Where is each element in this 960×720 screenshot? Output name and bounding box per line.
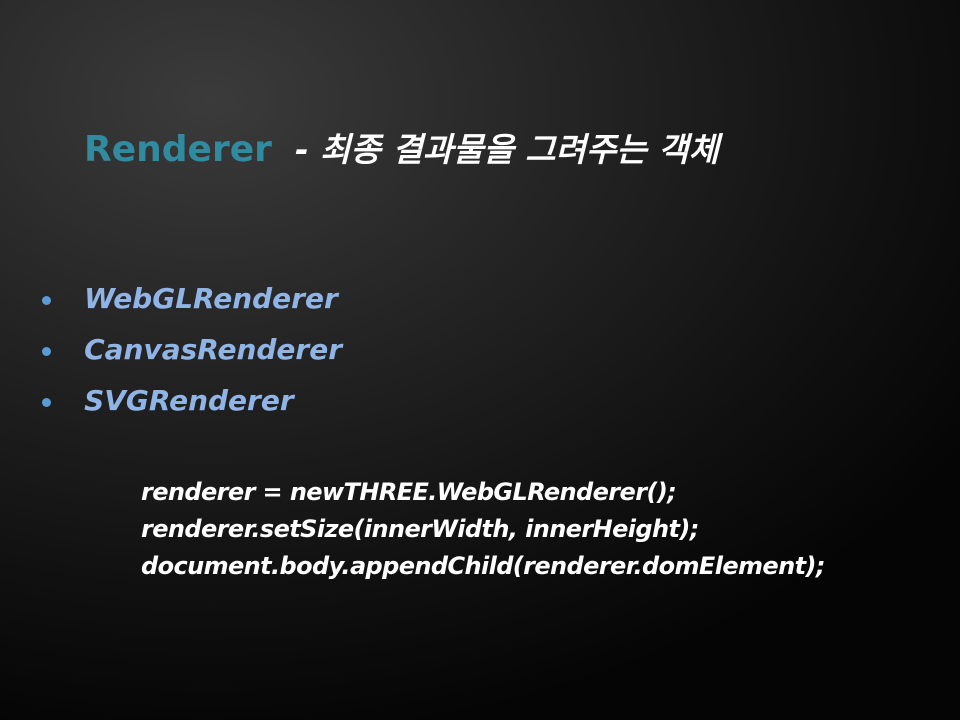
title-main: Renderer: [84, 129, 272, 170]
code-line: renderer = newTHREE.WebGLRenderer();: [141, 478, 677, 506]
bullet-label: WebGLRenderer: [84, 282, 338, 315]
slide: Renderer - 최종 결과물을 그려주는 객체 WebGLRenderer…: [0, 0, 960, 720]
bullet-dot-icon: [42, 347, 51, 356]
bullet-item: SVGRenderer: [42, 380, 342, 431]
slide-title: Renderer - 최종 결과물을 그려주는 객체: [84, 132, 719, 168]
bullet-item: WebGLRenderer: [42, 278, 342, 329]
code-line: document.body.appendChild(renderer.domEl…: [141, 552, 825, 580]
bullet-item: CanvasRenderer: [42, 329, 342, 380]
code-snippet: renderer = newTHREE.WebGLRenderer(); ren…: [141, 474, 825, 585]
bullet-label: CanvasRenderer: [84, 333, 343, 366]
bullet-dot-icon: [42, 398, 51, 407]
title-subtitle: - 최종 결과물을 그려주는 객체: [294, 130, 719, 169]
bullet-label: SVGRenderer: [84, 384, 294, 417]
bullet-list: WebGLRenderer CanvasRenderer SVGRenderer: [42, 278, 342, 431]
code-line: renderer.setSize(innerWidth, innerHeight…: [141, 515, 699, 543]
bullet-dot-icon: [42, 296, 51, 305]
